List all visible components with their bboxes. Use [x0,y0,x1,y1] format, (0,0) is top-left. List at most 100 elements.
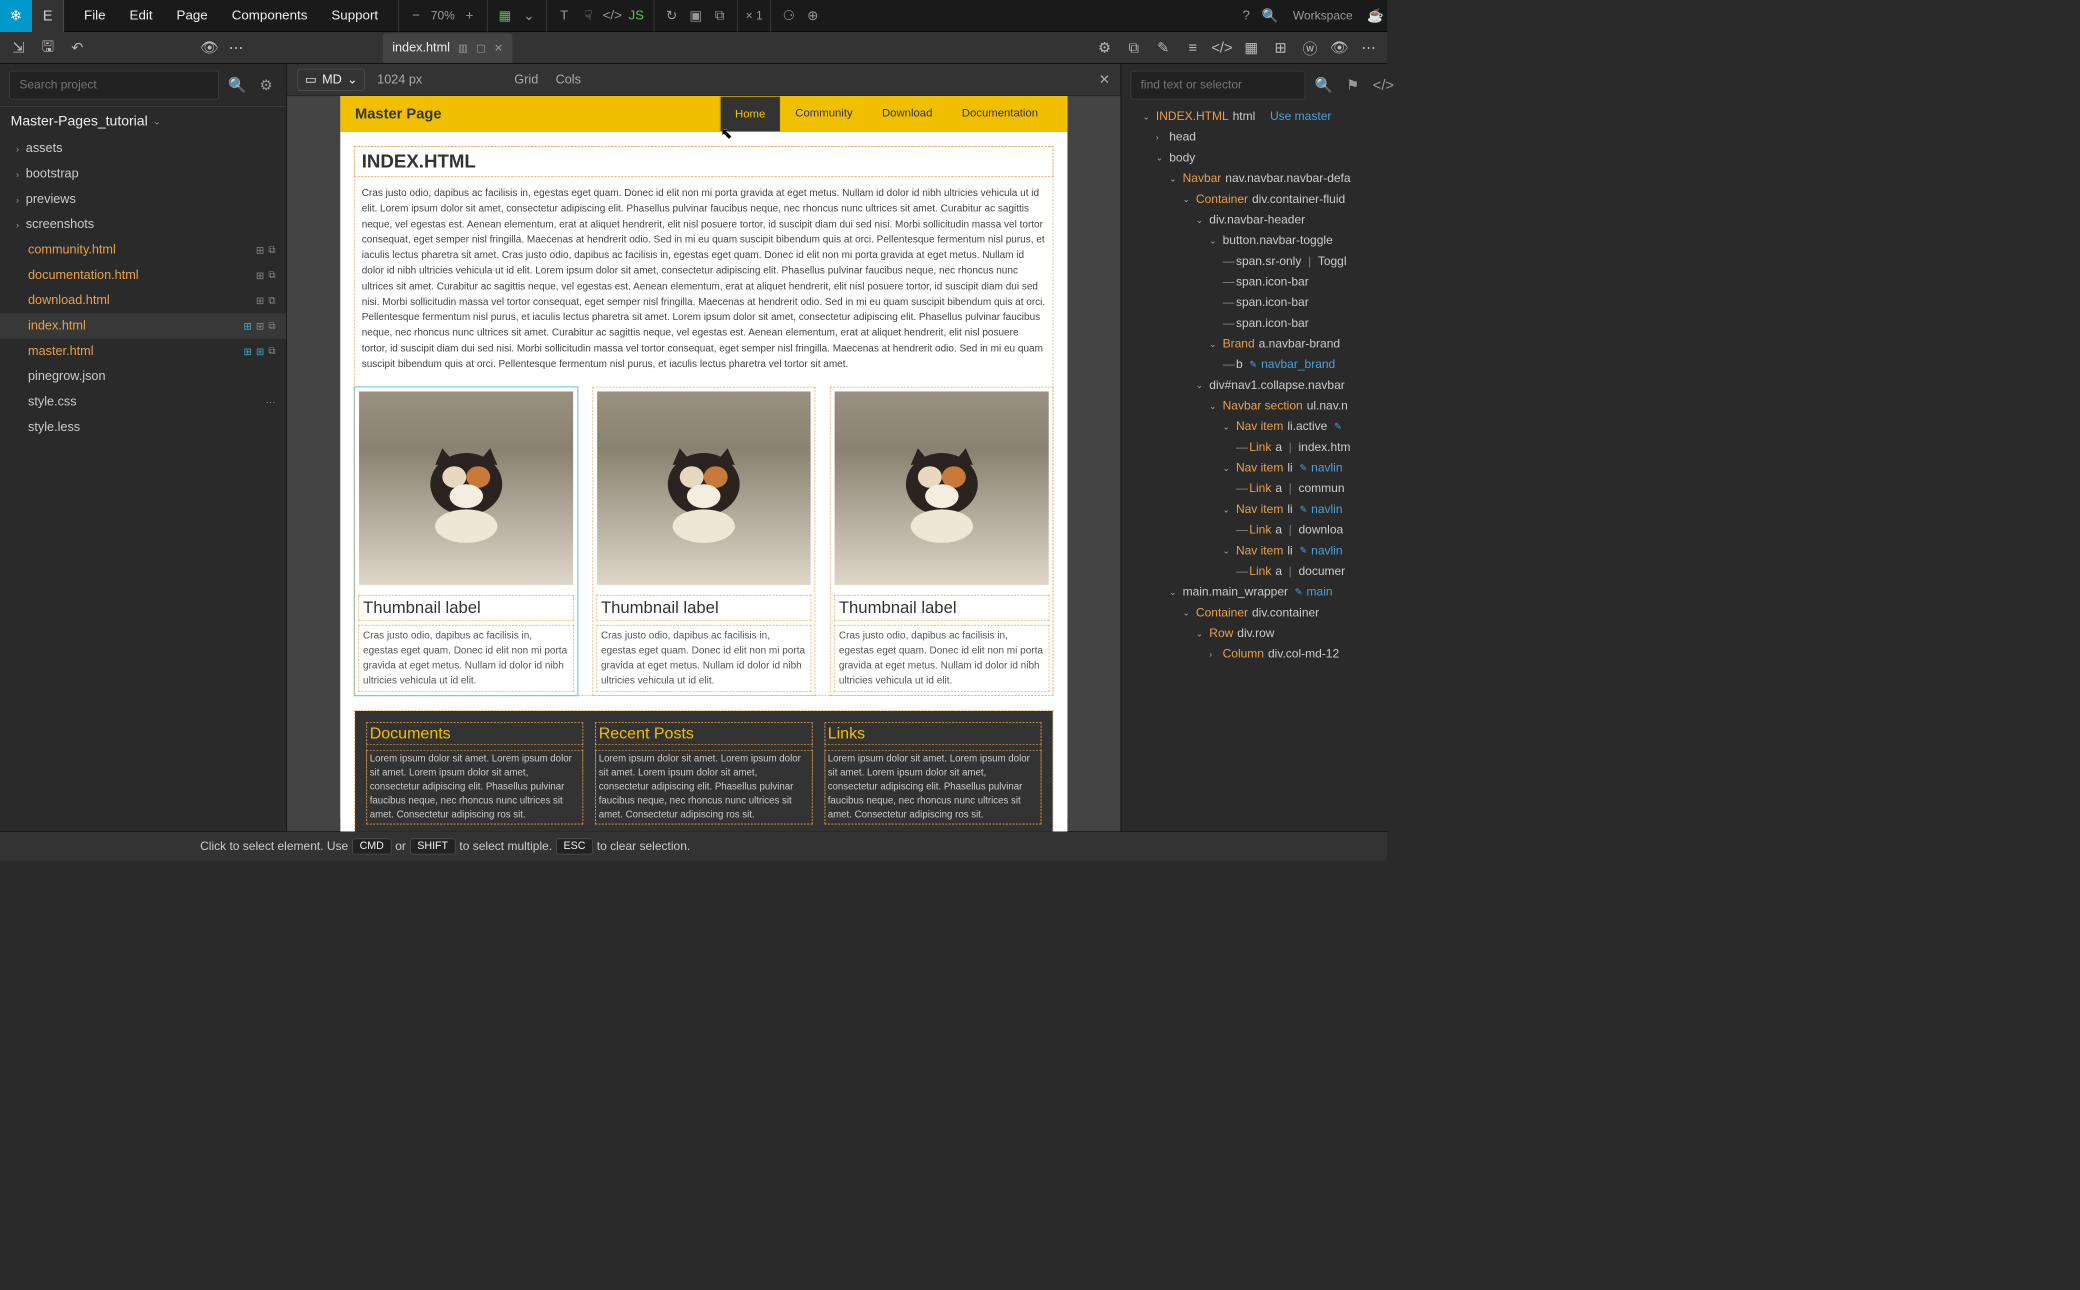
dom-head[interactable]: ›head [1121,127,1387,148]
thumb-title[interactable]: Thumbnail label [597,596,811,621]
js-icon[interactable]: JS [624,4,648,28]
dom-link[interactable]: —Link a|downloa [1121,520,1387,541]
layout-icon[interactable]: ▦ [493,4,517,28]
dom-main[interactable]: ⌄main.main_wrapper✎ main [1121,582,1387,603]
menu-support[interactable]: Support [322,1,387,30]
filter-icon[interactable]: ⚙ [256,76,277,93]
zoom-in-icon[interactable]: + [458,4,482,28]
menu-file[interactable]: File [75,1,115,30]
dots-icon[interactable]: ⋯ [223,34,250,61]
file-pinegrow-json[interactable]: pinegrow.json [0,364,286,389]
panel-wp-icon[interactable]: ⓦ [1297,34,1324,61]
dom-link[interactable]: —Link a|index.htm [1121,437,1387,458]
dom-search-icon[interactable]: 🔍 [1311,76,1337,93]
app-logo-icon[interactable]: ❄ [0,0,32,32]
dom-filter-icon[interactable]: ⚑ [1342,76,1363,93]
file-community[interactable]: community.html⊞⧉ [0,237,286,262]
tab-window-icon[interactable]: ▢ [476,41,486,54]
grid-toggle[interactable]: Grid [514,72,538,87]
preview-nav-community[interactable]: Community [780,96,867,132]
file-master[interactable]: master.html⊞⊞⧉ [0,339,286,364]
window-icon[interactable]: ⧉ [708,4,732,28]
touch-icon[interactable]: ☟ [576,4,600,28]
tab-index-html[interactable]: index.html ▥ ▢ ✕ [383,33,513,62]
preview-heading[interactable]: INDEX.HTML [355,147,1053,176]
preview-nav-home[interactable]: Home [720,96,781,132]
project-name[interactable]: Master-Pages_tutorial⌄ [0,106,286,136]
tab-panels-icon[interactable]: ▥ [458,41,468,54]
panel-eye-icon[interactable]: 👁 [1326,34,1353,61]
menu-edit[interactable]: Edit [120,1,162,30]
folder-screenshots[interactable]: ›screenshots [0,212,286,237]
menu-page[interactable]: Page [167,1,217,30]
visibility-off-icon[interactable]: ⚆ [777,4,801,28]
page-preview[interactable]: Master Page Home Community Download Docu… [340,96,1067,818]
file-style-css[interactable]: style.css⋯ [0,390,286,415]
dom-collapse[interactable]: ⌄div#nav1.collapse.navbar [1121,375,1387,396]
dom-nav-item[interactable]: ⌄Nav item li✎ navlin [1121,458,1387,479]
file-index[interactable]: index.html⊞⊞⧉ [0,313,286,338]
preview-brand[interactable]: Master Page [355,105,441,122]
import-icon[interactable]: ⇲ [5,34,32,61]
undo-icon[interactable]: ↶ [64,34,91,61]
app-secondary-icon[interactable]: E [32,0,64,32]
thumbnail-2[interactable]: Thumbnail label Cras justo odio, dapibus… [593,388,815,695]
tab-close-icon[interactable]: ✕ [494,41,503,54]
dom-iconbar[interactable]: —span.icon-bar [1121,313,1387,334]
chevron-down-icon[interactable]: ⌄ [517,4,541,28]
folder-previews[interactable]: ›previews [0,187,286,212]
dom-brand-b[interactable]: —b✎ navbar_brand [1121,354,1387,375]
close-canvas-icon[interactable]: ✕ [1099,71,1110,88]
dom-brand[interactable]: ⌄Brand a.navbar-brand [1121,334,1387,355]
folder-assets[interactable]: ›assets [0,136,286,161]
dom-container[interactable]: ⌄Container div.container-fluid [1121,189,1387,210]
text-tool-icon[interactable]: T [552,4,576,28]
workspace-label[interactable]: Workspace [1282,9,1363,23]
preview-icon[interactable]: ▣ [684,4,708,28]
dom-row[interactable]: ⌄Row div.row [1121,623,1387,644]
dom-toggle[interactable]: ⌄button.navbar-toggle [1121,230,1387,251]
footer-col-recent[interactable]: Recent Posts Lorem ipsum dolor sit amet.… [596,723,812,824]
file-download[interactable]: download.html⊞⧉ [0,288,286,313]
dom-navbar[interactable]: ⌄Navbar nav.navbar.navbar-defa [1121,168,1387,189]
dom-nav-item[interactable]: ⌄Nav item li✎ navlin [1121,499,1387,520]
refresh-icon[interactable]: ↻ [660,4,684,28]
device-selector[interactable]: ▭ MD ⌄ [297,69,365,91]
panel-more-icon[interactable]: ⋯ [1355,34,1382,61]
dom-nav-section[interactable]: ⌄Navbar section ul.nav.n [1121,396,1387,417]
menu-components[interactable]: Components [222,1,316,30]
dom-search-input[interactable] [1131,71,1306,100]
file-documentation[interactable]: documentation.html⊞⧉ [0,263,286,288]
dom-nav-item[interactable]: ⌄Nav item li✎ navlin [1121,540,1387,561]
thumb-text[interactable]: Cras justo odio, dapibus ac facilisis in… [835,626,1049,691]
zoom-tool-icon[interactable]: 🔍 [1258,4,1282,28]
folder-bootstrap[interactable]: ›bootstrap [0,161,286,186]
thumb-title[interactable]: Thumbnail label [835,596,1049,621]
panel-plugin-icon[interactable]: ⊞ [1267,34,1294,61]
panel-align-icon[interactable]: ▦ [1238,34,1265,61]
eye-icon[interactable]: 👁 [196,34,223,61]
coffee-icon[interactable]: ☕ [1363,4,1387,28]
help-icon[interactable]: ? [1234,4,1258,28]
save-icon[interactable]: 🖫 [35,34,62,61]
globe-icon[interactable]: ⊕ [801,4,825,28]
thumbnail-1[interactable]: Thumbnail label Cras justo odio, dapibus… [355,388,577,695]
search-icon[interactable]: 🔍 [224,76,250,93]
panel-list-icon[interactable]: ≡ [1179,34,1206,61]
footer-col-links[interactable]: Links Lorem ipsum dolor sit amet. Lorem … [825,723,1041,824]
dom-link[interactable]: —Link a|documer [1121,561,1387,582]
panel-code-icon[interactable]: </> [1209,34,1236,61]
preview-nav-documentation[interactable]: Documentation [947,96,1053,132]
thumb-text[interactable]: Cras justo odio, dapibus ac facilisis in… [597,626,811,691]
dom-column[interactable]: ›Column div.col-md-12 [1121,644,1387,665]
dom-navbar-header[interactable]: ⌄div.navbar-header [1121,209,1387,230]
dom-code-icon[interactable]: </> [1369,76,1398,93]
search-project-input[interactable] [9,71,218,100]
preview-paragraph[interactable]: Cras justo odio, dapibus ac facilisis in… [355,183,1053,374]
file-style-less[interactable]: style.less [0,415,286,440]
thumbnail-3[interactable]: Thumbnail label Cras justo odio, dapibus… [831,388,1053,695]
panel-settings-icon[interactable]: ⚙ [1091,34,1118,61]
zoom-out-icon[interactable]: − [404,4,428,28]
thumb-text[interactable]: Cras justo odio, dapibus ac facilisis in… [359,626,573,691]
dom-sr-only[interactable]: —span.sr-only|Toggl [1121,251,1387,272]
